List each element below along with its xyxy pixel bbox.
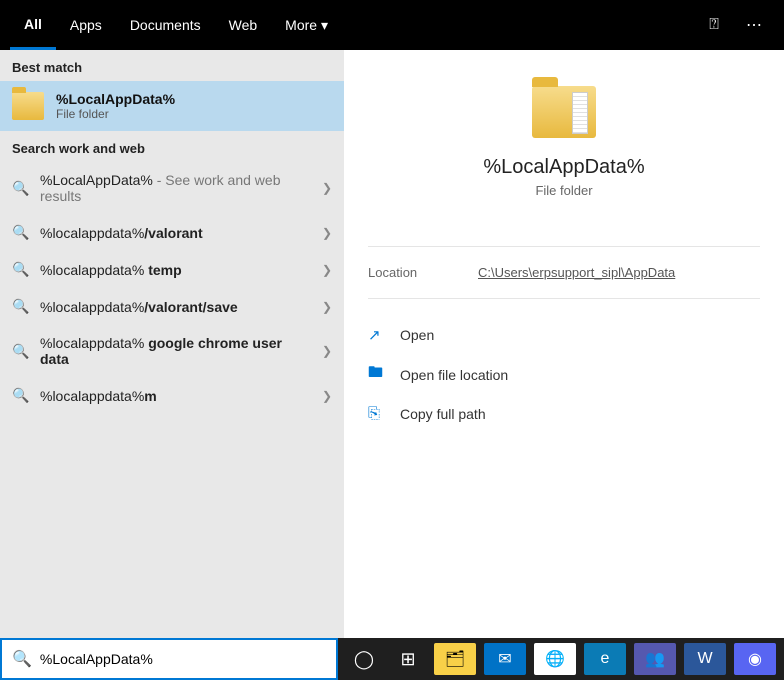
tab-all[interactable]: All: [10, 0, 56, 50]
taskbar: ◯ ⊞ 🗂 ✉ 🌐 e 👥 W ◉: [338, 638, 784, 680]
search-suggestion[interactable]: 🔍 %localappdata%/valorant/save ❯: [0, 288, 344, 325]
search-suggestion[interactable]: 🔍 %localappdata%m ❯: [0, 377, 344, 414]
folder-icon: [12, 92, 44, 120]
chevron-right-icon: ❯: [322, 181, 332, 195]
feedback-icon[interactable]: ⍰: [694, 16, 734, 34]
best-match-item[interactable]: %LocalAppData% File folder: [0, 81, 344, 131]
search-icon: 🔍: [12, 261, 28, 278]
search-icon: 🔍: [12, 224, 28, 241]
best-match-subtitle: File folder: [56, 107, 175, 121]
open-icon: ↗: [368, 326, 386, 344]
cortana-icon[interactable]: ◯: [344, 638, 384, 680]
search-suggestion[interactable]: 🔍 %localappdata% temp ❯: [0, 251, 344, 288]
folder-open-icon: 🖿: [368, 362, 386, 387]
location-label: Location: [368, 265, 478, 280]
tab-apps[interactable]: Apps: [56, 0, 116, 50]
tab-documents[interactable]: Documents: [116, 0, 215, 50]
action-open[interactable]: ↗Open: [368, 317, 760, 353]
chevron-right-icon: ❯: [322, 226, 332, 240]
teams-icon[interactable]: 👥: [634, 643, 676, 675]
chevron-right-icon: ❯: [322, 300, 332, 314]
search-icon: 🔍: [12, 387, 28, 404]
edge-icon[interactable]: e: [584, 643, 626, 675]
discord-icon[interactable]: ◉: [734, 643, 776, 675]
location-link[interactable]: C:\Users\erpsupport_sipl\AppData: [478, 265, 675, 280]
copy-icon: ⎘: [368, 405, 386, 422]
preview-title: %LocalAppData%: [368, 156, 760, 179]
action-open-location[interactable]: 🖿Open file location: [368, 353, 760, 396]
chevron-right-icon: ❯: [322, 389, 332, 403]
search-scope-tabs: All Apps Documents Web More ▾ ⍰ ⋯: [0, 0, 784, 50]
search-icon: 🔍: [12, 649, 32, 669]
best-match-header: Best match: [0, 50, 344, 81]
chevron-right-icon: ❯: [322, 263, 332, 277]
chrome-icon[interactable]: 🌐: [534, 643, 576, 675]
folder-icon: [532, 86, 596, 138]
best-match-title: %LocalAppData%: [56, 91, 175, 107]
options-icon[interactable]: ⋯: [734, 15, 774, 35]
search-suggestion[interactable]: 🔍 %LocalAppData% - See work and web resu…: [0, 162, 344, 214]
outlook-icon[interactable]: ✉: [484, 643, 526, 675]
search-icon: 🔍: [12, 343, 28, 360]
task-view-icon[interactable]: ⊞: [388, 638, 428, 680]
word-icon[interactable]: W: [684, 643, 726, 675]
search-suggestion[interactable]: 🔍 %localappdata% google chrome user data…: [0, 325, 344, 377]
tab-web[interactable]: Web: [215, 0, 272, 50]
chevron-right-icon: ❯: [322, 344, 332, 358]
search-suggestion[interactable]: 🔍 %localappdata%/valorant ❯: [0, 214, 344, 251]
search-icon: 🔍: [12, 180, 28, 197]
search-input[interactable]: [40, 651, 326, 667]
search-web-header: Search work and web: [0, 131, 344, 162]
preview-pane: %LocalAppData% File folder Location C:\U…: [344, 50, 784, 638]
search-box[interactable]: 🔍: [0, 638, 338, 680]
file-explorer-icon[interactable]: 🗂: [434, 643, 476, 675]
tab-more[interactable]: More ▾: [271, 0, 342, 50]
search-icon: 🔍: [12, 298, 28, 315]
results-list: Best match %LocalAppData% File folder Se…: [0, 50, 344, 638]
action-copy-path[interactable]: ⎘Copy full path: [368, 396, 760, 431]
preview-subtitle: File folder: [368, 183, 760, 198]
